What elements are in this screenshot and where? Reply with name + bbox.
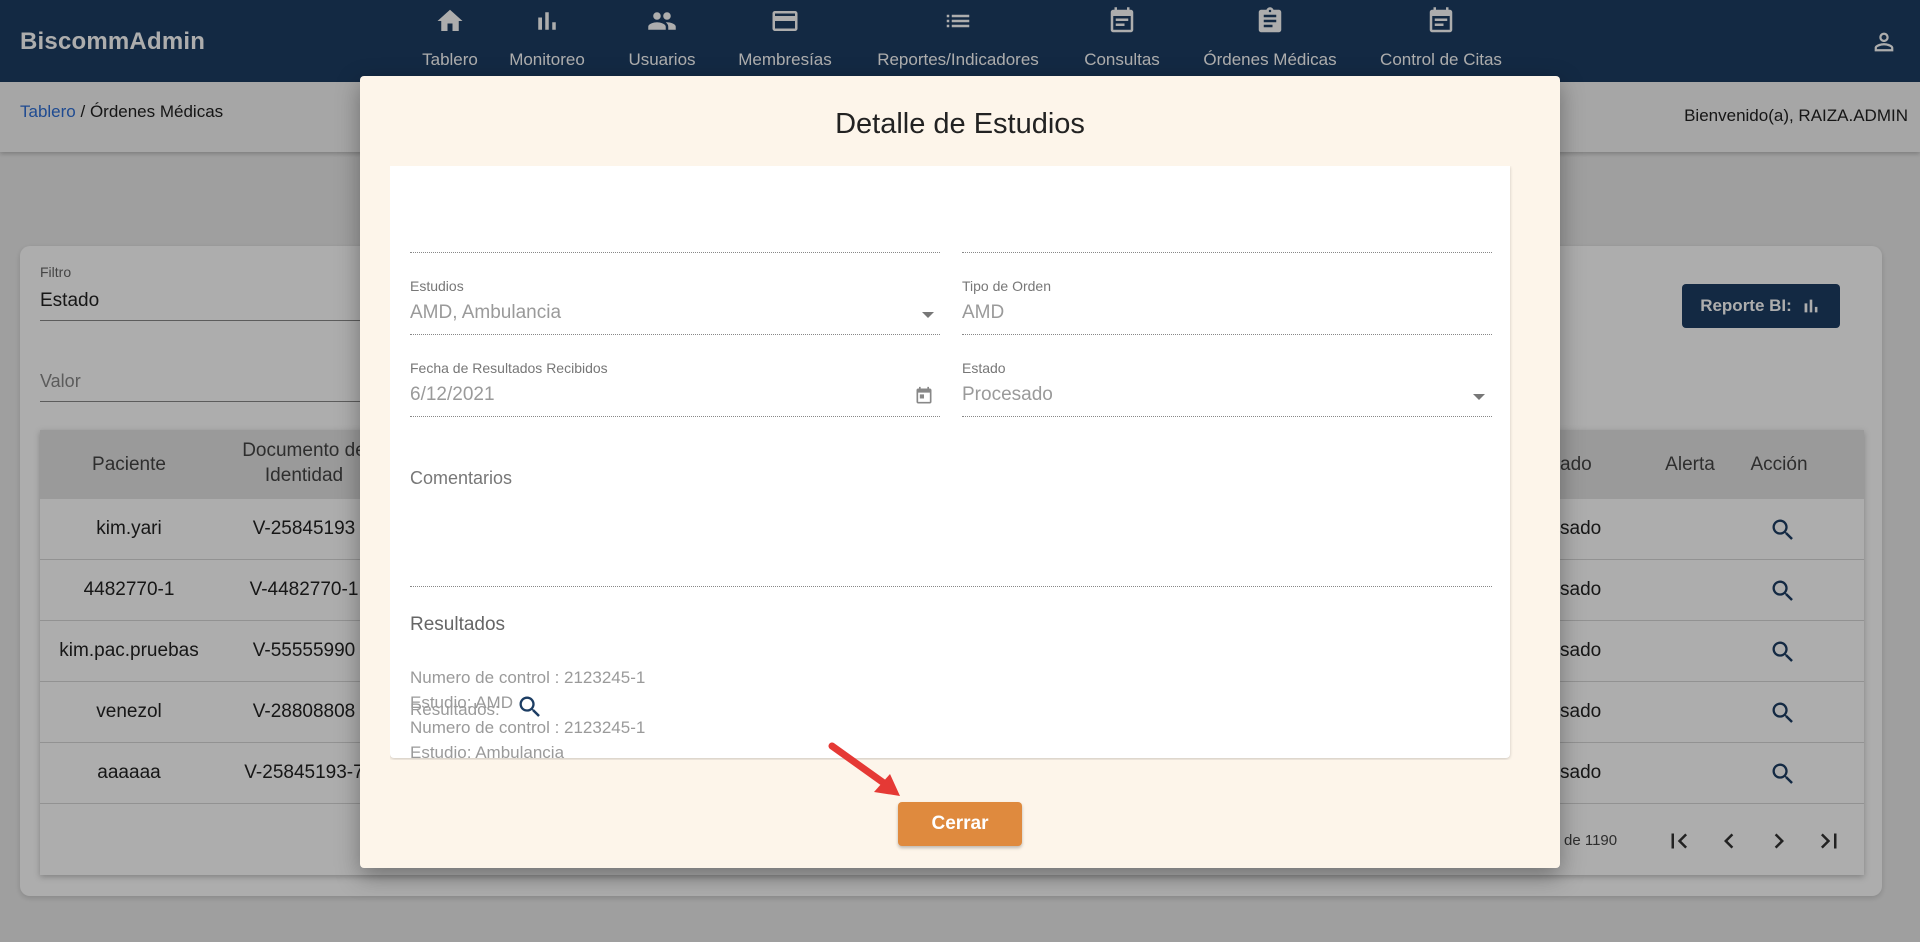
comentarios-textarea[interactable]: Comentarios: [410, 468, 512, 489]
estado-label: Estado: [962, 360, 1006, 376]
close-button[interactable]: Cerrar: [898, 802, 1022, 846]
chevron-down-icon: [1473, 394, 1485, 400]
estudios-label: Estudios: [410, 278, 464, 294]
field-underline: [962, 416, 1492, 417]
field-underline: [410, 252, 940, 253]
estado-select[interactable]: Procesado: [962, 384, 1053, 406]
field-underline: [410, 416, 940, 417]
search-icon[interactable]: [516, 693, 544, 721]
study-detail-form: Estudios AMD, Ambulancia Tipo de Orden A…: [390, 166, 1510, 760]
tipo-orden-label: Tipo de Orden: [962, 278, 1051, 294]
dialog-scroll-area[interactable]: Estudios AMD, Ambulancia Tipo de Orden A…: [390, 166, 1548, 760]
results-title: Resultados: [410, 614, 506, 635]
tipo-orden-field[interactable]: AMD: [962, 302, 1004, 324]
field-underline: [962, 252, 1492, 253]
result-line: Numero de control : 2123245-1: [410, 668, 646, 687]
fecha-resultados-label: Fecha de Resultados Recibidos: [410, 360, 608, 376]
dialog-title: Detalle de Estudios: [835, 108, 1085, 140]
result-line: Estudio: Ambulancia: [410, 743, 565, 760]
calendar-icon[interactable]: [914, 386, 934, 406]
results-label: Resultados:: [410, 700, 500, 719]
chevron-down-icon: [922, 312, 934, 318]
fecha-resultados-field[interactable]: 6/12/2021: [410, 384, 495, 406]
annotation-arrow-icon: [828, 742, 900, 796]
field-underline: [410, 334, 940, 335]
field-underline: [962, 334, 1492, 335]
field-underline: [410, 586, 1492, 587]
study-detail-dialog: Detalle de Estudios Estudios AMD, Ambula…: [360, 76, 1560, 868]
estudios-select[interactable]: AMD, Ambulancia: [410, 302, 561, 324]
